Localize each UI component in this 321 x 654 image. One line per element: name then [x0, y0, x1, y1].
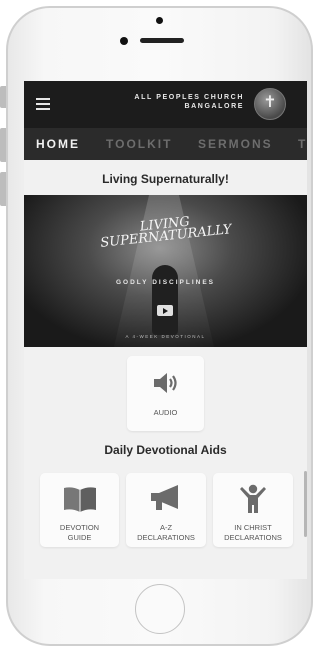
- tab-home[interactable]: HOME: [36, 137, 80, 151]
- speaker-icon: [154, 373, 177, 393]
- az-declarations-label-1: A-Z: [159, 523, 173, 532]
- tab-bar: HOME TOOLKIT SERMONS T: [24, 128, 307, 160]
- phone-side-button: [0, 128, 6, 162]
- tab-sermons[interactable]: SERMONS: [198, 137, 273, 151]
- play-icon[interactable]: [157, 305, 173, 316]
- sensor: [120, 37, 128, 45]
- tab-more[interactable]: T: [298, 137, 307, 151]
- hero-figure: [152, 265, 178, 335]
- earpiece-speaker: [140, 38, 184, 43]
- hero-caption: A 4-WEEK DEVOTIONAL: [125, 334, 206, 339]
- church-logo: ✝: [254, 88, 286, 120]
- phone-side-button: [0, 86, 6, 108]
- az-declarations-tile[interactable]: A-Z DECLARATIONS: [126, 473, 206, 547]
- in-christ-declarations-label-2: DECLARATIONS: [224, 533, 282, 542]
- tab-toolkit[interactable]: TOOLKIT: [106, 137, 172, 151]
- brand-line-2: BANGALORE: [184, 103, 244, 110]
- audio-label: AUDIO: [153, 408, 178, 417]
- hamburger-menu-icon[interactable]: [36, 98, 50, 110]
- devotion-guide-label-2: GUIDE: [67, 533, 92, 542]
- front-camera: [156, 17, 163, 24]
- hero-banner[interactable]: LIVING SUPERNATURALLY GODLY DISCIPLINES …: [24, 195, 307, 347]
- az-declarations-label-2: DECLARATIONS: [137, 533, 195, 542]
- scrollbar[interactable]: [304, 471, 307, 537]
- person-raised-arms-icon: [240, 484, 266, 513]
- home-button[interactable]: [135, 584, 185, 634]
- devotion-guide-label-1: DEVOTION: [59, 523, 100, 532]
- phone-side-button: [0, 172, 6, 206]
- brand-line-1: ALL PEOPLES CHURCH: [134, 94, 244, 101]
- app-header: ALL PEOPLES CHURCH BANGALORE ✝: [24, 81, 307, 128]
- app-screen: ALL PEOPLES CHURCH BANGALORE ✝ HOME TOOL…: [24, 81, 307, 579]
- page-title: Living Supernaturally!: [102, 172, 229, 186]
- brand-title: ALL PEOPLES CHURCH BANGALORE: [94, 93, 244, 111]
- in-christ-declarations-label-1: IN CHRIST: [234, 523, 272, 532]
- aids-section-title: Daily Devotional Aids: [104, 443, 227, 457]
- open-book-icon: [64, 487, 96, 512]
- megaphone-icon: [151, 485, 178, 510]
- devotion-guide-tile[interactable]: DEVOTION GUIDE: [40, 473, 119, 547]
- dove-icon: ✝: [263, 94, 277, 111]
- hero-subtitle: GODLY DISCIPLINES: [115, 279, 216, 286]
- in-christ-declarations-tile[interactable]: IN CHRIST DECLARATIONS: [213, 473, 293, 547]
- audio-tile[interactable]: AUDIO: [127, 356, 204, 431]
